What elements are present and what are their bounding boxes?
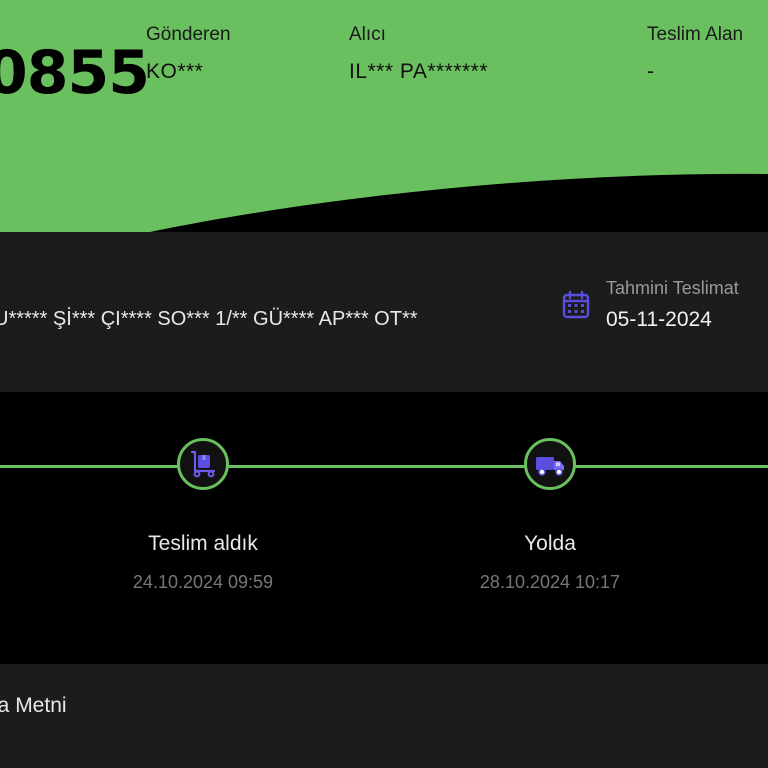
delivery-address: U***** Şİ*** ÇI**** SO*** 1/** GÜ**** AP… xyxy=(0,308,418,330)
agreement-section[interactable]: na Metni xyxy=(0,664,768,768)
receiver-label: Alıcı xyxy=(349,24,386,45)
step-in-transit-marker xyxy=(524,438,576,490)
step-picked-up-marker xyxy=(177,438,229,490)
hand-truck-icon xyxy=(190,450,216,478)
delivered-to-label: Teslim Alan xyxy=(647,24,744,45)
sender-label: Gönderen xyxy=(146,24,231,45)
sender-value: KO*** xyxy=(146,60,204,83)
delivered-to-value: - xyxy=(647,60,655,83)
eta-label: Tahmini Teslimat xyxy=(606,278,739,298)
step-picked-up-title: Teslim aldık xyxy=(148,532,258,555)
sender-info: Gönderen KO*** xyxy=(146,24,231,84)
step-picked-up-time: 24.10.2024 09:59 xyxy=(132,572,274,592)
shipment-header: 0855 Gönderen KO*** Alıcı IL*** PA******… xyxy=(0,0,768,232)
agreement-text-link[interactable]: na Metni xyxy=(0,694,67,718)
receiver-info: Alıcı IL*** PA******* xyxy=(349,24,488,84)
shipment-timeline: Teslim aldık 24.10.2024 09:59 Yolda 28.1… xyxy=(0,392,768,664)
step-in-transit-title: Yolda xyxy=(524,532,576,555)
timeline-progress-line xyxy=(0,465,768,468)
tracking-number: 0855 xyxy=(0,38,150,108)
address-section: U***** Şİ*** ÇI**** SO*** 1/** GÜ**** AP… xyxy=(0,232,768,392)
step-in-transit-time: 28.10.2024 10:17 xyxy=(479,572,621,592)
calendar-icon xyxy=(562,290,590,319)
eta-value: 05-11-2024 xyxy=(606,308,712,331)
receiver-value: IL*** PA******* xyxy=(349,60,489,83)
truck-icon xyxy=(536,457,564,476)
delivered-to-info: Teslim Alan - xyxy=(647,24,743,84)
